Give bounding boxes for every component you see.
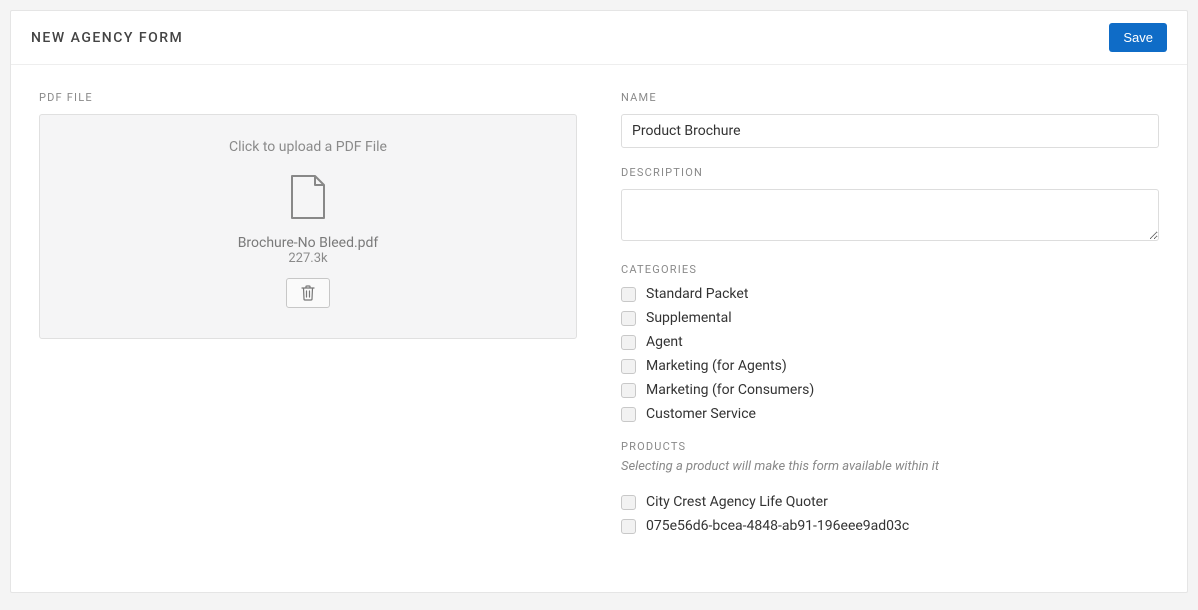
description-input[interactable] [621,189,1159,241]
right-column: NAME DESCRIPTION CATEGORIES Standard Pac… [621,91,1159,552]
products-list: City Crest Agency Life Quoter 075e56d6-b… [621,494,1159,534]
category-label: Agent [646,334,683,350]
save-button[interactable]: Save [1109,23,1167,52]
file-icon [289,175,327,225]
category-item: Marketing (for Agents) [621,358,1159,374]
upload-hint: Click to upload a PDF File [60,139,556,155]
products-hint: Selecting a product will make this form … [621,459,1159,474]
description-section-label: DESCRIPTION [621,166,1159,179]
product-checkbox[interactable] [621,519,636,534]
category-label: Supplemental [646,310,732,326]
category-label: Standard Packet [646,286,748,302]
delete-file-button[interactable] [286,278,330,308]
categories-group: CATEGORIES Standard Packet Supplemental … [621,263,1159,422]
category-checkbox[interactable] [621,407,636,422]
name-group: NAME [621,91,1159,148]
category-item: Marketing (for Consumers) [621,382,1159,398]
card-body: PDF FILE Click to upload a PDF File Broc… [11,65,1187,592]
category-checkbox[interactable] [621,311,636,326]
product-checkbox[interactable] [621,495,636,510]
pdf-upload-box[interactable]: Click to upload a PDF File Brochure-No B… [39,114,577,339]
category-label: Marketing (for Consumers) [646,382,814,398]
file-name: Brochure-No Bleed.pdf [60,235,556,251]
left-column: PDF FILE Click to upload a PDF File Broc… [39,91,577,552]
product-item: 075e56d6-bcea-4848-ab91-196eee9ad03c [621,518,1159,534]
form-card: NEW AGENCY FORM Save PDF FILE Click to u… [10,10,1188,593]
category-item: Standard Packet [621,286,1159,302]
product-label: 075e56d6-bcea-4848-ab91-196eee9ad03c [646,518,909,534]
category-label: Marketing (for Agents) [646,358,787,374]
card-header: NEW AGENCY FORM Save [11,11,1187,65]
category-checkbox[interactable] [621,287,636,302]
products-section-label: PRODUCTS [621,440,1159,453]
products-group: PRODUCTS Selecting a product will make t… [621,440,1159,534]
category-item: Customer Service [621,406,1159,422]
category-label: Customer Service [646,406,756,422]
file-size: 227.3k [60,251,556,266]
pdf-section-label: PDF FILE [39,91,577,104]
category-item: Agent [621,334,1159,350]
name-input[interactable] [621,114,1159,148]
categories-section-label: CATEGORIES [621,263,1159,276]
category-item: Supplemental [621,310,1159,326]
product-item: City Crest Agency Life Quoter [621,494,1159,510]
category-checkbox[interactable] [621,383,636,398]
category-checkbox[interactable] [621,335,636,350]
trash-icon [301,285,315,301]
name-section-label: NAME [621,91,1159,104]
product-label: City Crest Agency Life Quoter [646,494,828,510]
categories-list: Standard Packet Supplemental Agent Marke… [621,286,1159,422]
page-title: NEW AGENCY FORM [31,30,183,46]
description-group: DESCRIPTION [621,166,1159,245]
category-checkbox[interactable] [621,359,636,374]
